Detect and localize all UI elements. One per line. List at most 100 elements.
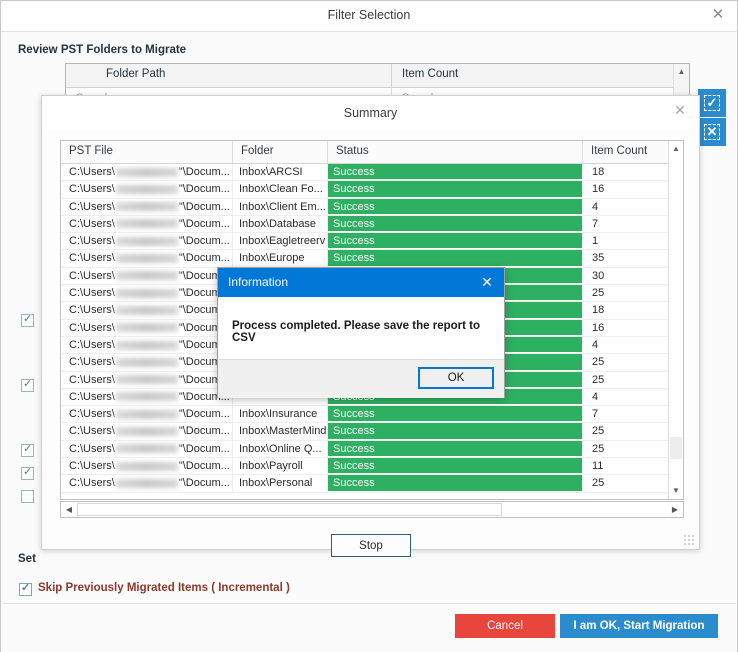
cell-item-count: 1: [592, 235, 599, 248]
information-dialog: Information ✕ Process completed. Please …: [217, 267, 505, 398]
cell-pst-file: C:\Users\ "\Docum...: [61, 354, 233, 371]
cell-pst-file: C:\Users\ "\Docum...: [61, 458, 233, 475]
cell-folder: Inbox\MasterMind: [233, 423, 328, 440]
table-row[interactable]: C:\Users\ "\Docum... Inbox\Europe Success 35: [61, 250, 683, 268]
table-row[interactable]: C:\Users\ "\Docum... Inbox\Client Em... Suc…: [61, 198, 683, 216]
close-icon[interactable]: ✕: [476, 272, 498, 292]
table-row[interactable]: C:\Users\ "\Docum... Inbox\ARCSI Success 18: [61, 164, 683, 182]
redacted-text: [115, 202, 178, 212]
redacted-text: [115, 409, 178, 419]
option-skip-migrated[interactable]: Skip Previously Migrated Items ( Increme…: [19, 581, 290, 596]
summary-table-header: PST File Folder Status Item Count: [61, 141, 683, 164]
redacted-text: [115, 184, 178, 194]
redacted-text: [115, 271, 178, 281]
table-row[interactable]: C:\Users\ "\Docum... Inbox\Online Q... Succ…: [61, 440, 683, 459]
cell-item-count: 35: [592, 252, 605, 265]
scroll-left-icon[interactable]: ◀: [61, 502, 77, 517]
cell-item-count: 25: [592, 477, 605, 490]
folder-row-checkbox[interactable]: [21, 312, 34, 327]
table-row[interactable]: C:\Users\ "\Docum... Inbox\MasterMind Succe…: [61, 423, 683, 441]
summary-horizontal-scrollbar[interactable]: ◀ ▶: [60, 501, 684, 518]
cell-status: Success: [328, 250, 583, 267]
summary-title: Summary: [343, 106, 398, 120]
skip-migrated-label: Skip Previously Migrated Items ( Increme…: [38, 582, 290, 594]
table-row[interactable]: C:\Users\ "\Docum... Inbox\Eagletreerv Succ…: [61, 233, 683, 251]
information-footer: OK: [218, 359, 504, 398]
cell-folder: Inbox\ARCSI: [233, 164, 328, 181]
scrollbar-thumb[interactable]: [670, 437, 682, 459]
redacted-text: [115, 392, 178, 402]
folder-row-checkbox[interactable]: [21, 465, 34, 480]
redacted-text: [115, 444, 178, 454]
cell-pst-file: C:\Users\ "\Docum...: [61, 181, 233, 198]
redacted-text: [115, 167, 178, 177]
start-migration-button[interactable]: I am OK, Start Migration: [560, 614, 718, 638]
cell-item-count: 25: [592, 425, 605, 438]
cell-item-count: 16: [592, 321, 605, 334]
column-header-status: Status: [328, 141, 583, 163]
cell-status: Success: [328, 181, 583, 198]
column-header-item-count: Item Count: [591, 145, 648, 157]
x-icon: ✕: [706, 124, 718, 139]
cell-status: Success: [328, 440, 583, 458]
information-body: Process completed. Please save the repor…: [218, 297, 504, 359]
scroll-down-icon[interactable]: ▼: [669, 483, 683, 499]
scroll-up-icon[interactable]: ▲: [674, 64, 689, 80]
cell-pst-file: C:\Users\ "\Docum...: [61, 285, 233, 302]
scroll-up-icon[interactable]: ▲: [669, 141, 683, 157]
close-icon[interactable]: ✕: [670, 100, 690, 120]
redacted-text: [115, 254, 178, 264]
redacted-text: [115, 219, 178, 229]
cell-folder: Inbox\Database: [233, 215, 328, 233]
cell-pst-file: C:\Users\ "\Docum...: [61, 233, 233, 250]
column-header-pst-file: PST File: [61, 141, 233, 163]
cell-item-count: 25: [592, 287, 605, 300]
section-heading: Review PST Folders to Migrate: [18, 44, 187, 56]
hscrollbar-thumb[interactable]: [77, 503, 502, 516]
cell-folder: Inbox\Insurance: [233, 406, 328, 423]
redacted-text: [115, 323, 178, 333]
cell-pst-file: C:\Users\ "\Docum...: [61, 215, 233, 233]
resize-grip[interactable]: [683, 534, 695, 546]
table-row[interactable]: C:\Users\ "\Docum... Inbox\Insurance Succes…: [61, 406, 683, 424]
skip-migrated-checkbox[interactable]: [19, 581, 32, 596]
cell-pst-file: C:\Users\ "\Docum...: [61, 336, 233, 354]
cell-pst-file: C:\Users\ "\Docum...: [61, 302, 233, 319]
table-row[interactable]: C:\Users\ "\Docum... Inbox\Clean Fo... Succ…: [61, 181, 683, 199]
table-row[interactable]: C:\Users\ "\Docum... Inbox\Personal Success…: [61, 475, 683, 493]
cell-folder: Inbox\Europe: [233, 250, 328, 267]
cell-item-count: 18: [592, 304, 605, 317]
summary-table-scrollbar[interactable]: ▲ ▼: [668, 141, 683, 499]
cell-pst-file: C:\Users\ "\Docum...: [61, 406, 233, 423]
folder-row-checkbox[interactable]: [21, 490, 34, 503]
column-header-folder: Folder: [233, 141, 328, 163]
folder-grid-header: Folder Path Item Count: [66, 64, 689, 88]
column-header-folder-path: Folder Path: [66, 64, 392, 87]
folder-row-checkbox[interactable]: [21, 442, 34, 457]
cell-item-count: 4: [592, 390, 599, 403]
cell-status: Success: [328, 215, 583, 233]
cell-item-count: 7: [592, 217, 599, 230]
table-row[interactable]: C:\Users\ "\Docum... Inbox\Payroll Success 1…: [61, 458, 683, 476]
stop-button[interactable]: Stop: [331, 534, 411, 557]
cell-status: Success: [328, 406, 583, 423]
cell-item-count: 25: [592, 356, 605, 369]
ok-button[interactable]: OK: [418, 367, 494, 389]
cell-item-count: 18: [592, 166, 605, 178]
cell-item-count: 16: [592, 183, 605, 196]
cell-folder: Inbox\Eagletreerv: [233, 233, 328, 250]
cancel-button[interactable]: Cancel: [455, 614, 555, 638]
main-footer: Cancel I am OK, Start Migration: [2, 603, 736, 652]
redacted-text: [115, 461, 178, 471]
folder-row-checkbox[interactable]: [21, 377, 34, 392]
cell-item-count: 25: [592, 442, 605, 455]
cell-status: Success: [328, 423, 583, 440]
table-row[interactable]: C:\Users\ "\Docum... Inbox\Database Success…: [61, 215, 683, 234]
cell-item-count: 4: [592, 338, 599, 351]
cell-item-count: 11: [592, 460, 604, 473]
scroll-right-icon[interactable]: ▶: [667, 502, 683, 517]
close-icon[interactable]: ✕: [707, 4, 729, 26]
page-title: Filter Selection: [327, 8, 411, 22]
select-all-button[interactable]: ✓: [698, 89, 726, 117]
deselect-all-button[interactable]: ✕: [698, 118, 726, 146]
